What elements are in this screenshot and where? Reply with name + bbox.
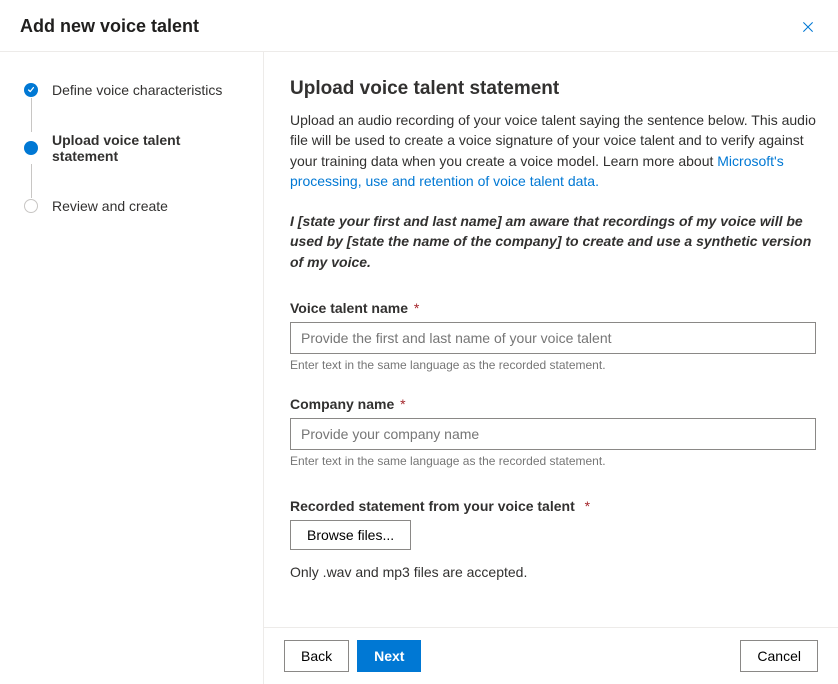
dialog-header: Add new voice talent [0, 0, 838, 52]
current-step-icon [24, 141, 38, 155]
label-text: Voice talent name [290, 300, 408, 316]
voice-talent-name-input[interactable] [290, 322, 816, 354]
dialog-title: Add new voice talent [20, 16, 199, 37]
main-area: Upload voice talent statement Upload an … [264, 52, 838, 684]
company-name-label: Company name * [290, 396, 816, 412]
label-text: Company name [290, 396, 394, 412]
wizard-stepper: Define voice characteristics Upload voic… [0, 52, 264, 684]
required-marker: * [414, 300, 419, 316]
field-recorded-statement: Recorded statement from your voice talen… [290, 498, 816, 580]
intro-text: Upload an audio recording of your voice … [290, 110, 816, 191]
page-heading: Upload voice talent statement [290, 78, 816, 100]
company-name-input[interactable] [290, 418, 816, 450]
step-label: Define voice characteristics [52, 82, 222, 98]
pending-step-icon [24, 199, 38, 213]
label-text: Recorded statement from your voice talen… [290, 498, 575, 514]
step-review-create[interactable]: Review and create [24, 198, 243, 214]
step-connector [31, 98, 32, 132]
company-name-hint: Enter text in the same language as the r… [290, 454, 816, 468]
step-upload-statement[interactable]: Upload voice talent statement [24, 132, 243, 164]
content-panel: Upload voice talent statement Upload an … [264, 52, 838, 627]
statement-text: I [state your first and last name] am aw… [290, 211, 816, 272]
file-format-hint: Only .wav and mp3 files are accepted. [290, 564, 816, 580]
cancel-button[interactable]: Cancel [740, 640, 818, 672]
recorded-statement-label: Recorded statement from your voice talen… [290, 498, 816, 514]
field-company-name: Company name * Enter text in the same la… [290, 396, 816, 468]
step-connector [31, 164, 32, 198]
step-label: Upload voice talent statement [52, 132, 243, 164]
step-define-characteristics[interactable]: Define voice characteristics [24, 82, 243, 98]
check-circle-icon [24, 83, 38, 97]
voice-talent-name-hint: Enter text in the same language as the r… [290, 358, 816, 372]
required-marker: * [400, 396, 405, 412]
wizard-footer: Back Next Cancel [264, 627, 838, 684]
close-icon [801, 20, 815, 34]
dialog-body: Define voice characteristics Upload voic… [0, 52, 838, 684]
required-marker: * [585, 498, 590, 514]
next-button[interactable]: Next [357, 640, 421, 672]
browse-files-button[interactable]: Browse files... [290, 520, 411, 550]
voice-talent-name-label: Voice talent name * [290, 300, 816, 316]
back-button[interactable]: Back [284, 640, 349, 672]
step-label: Review and create [52, 198, 168, 214]
close-button[interactable] [798, 17, 818, 37]
footer-left-buttons: Back Next [284, 640, 421, 672]
field-voice-talent-name: Voice talent name * Enter text in the sa… [290, 300, 816, 372]
